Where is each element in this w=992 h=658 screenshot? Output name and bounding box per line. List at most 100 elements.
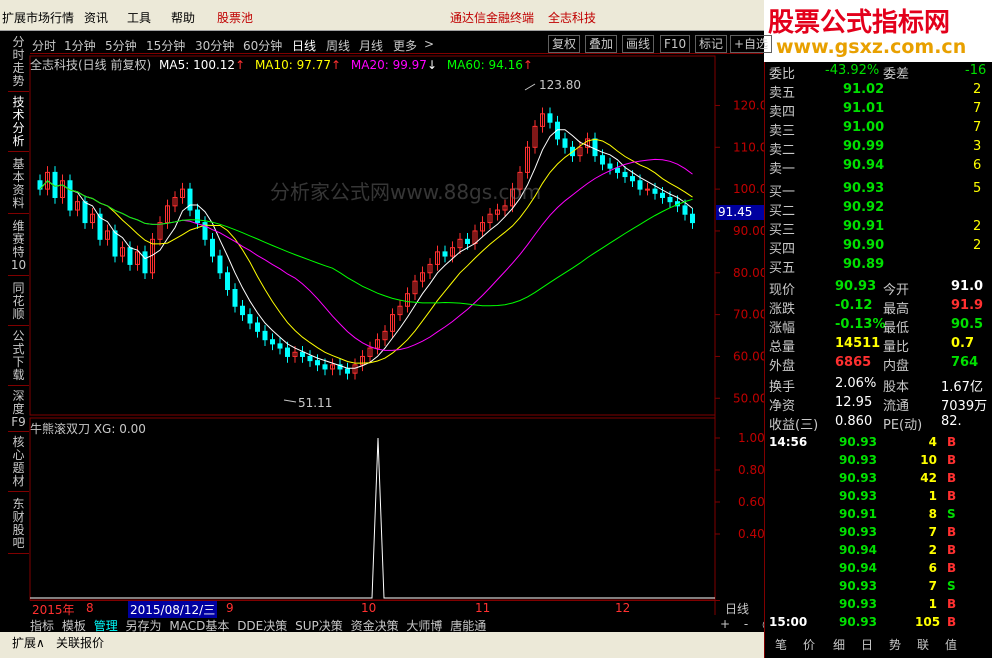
related-quote-button[interactable]: 关联报价 — [56, 634, 104, 651]
fundamental-label: 净资 — [769, 399, 796, 414]
candle-body — [592, 138, 598, 157]
tick-volume: 1 — [928, 597, 937, 611]
ask-volume: 3 — [973, 139, 982, 154]
bottom-tab-manage[interactable]: 管理 — [94, 619, 118, 633]
price-axis-label: 90.00 — [733, 224, 767, 238]
candle-body — [307, 355, 313, 362]
candle-body — [562, 138, 568, 148]
tick-time: 15:00 — [769, 615, 808, 629]
watermark-text: 分析家公式网www.88gs.com — [270, 180, 542, 204]
tab-trend[interactable]: 势 — [889, 636, 901, 653]
tab-value[interactable]: 值 — [945, 636, 957, 653]
tick-price: 90.93 — [839, 525, 877, 539]
tick-row: 90.93 1 B — [765, 488, 992, 506]
ask-label: 卖一 — [769, 162, 796, 177]
date-aug: 8 — [86, 601, 94, 615]
candle-body — [67, 180, 73, 211]
fundamental-value: 0.860 — [835, 414, 873, 429]
ask-row[interactable]: 卖一 90.94 6 — [765, 157, 992, 177]
tick-row: 90.94 2 B — [765, 542, 992, 560]
bid-row[interactable]: 买二 90.92 — [765, 199, 992, 219]
ask-row[interactable]: 卖二 90.99 3 — [765, 138, 992, 158]
ask-label: 卖二 — [769, 143, 796, 158]
fundamental-label: 换手 — [769, 380, 796, 395]
tick-side: B — [947, 471, 957, 485]
bid-price: 90.91 — [843, 219, 885, 234]
zoom-in-button[interactable]: + — [720, 617, 730, 631]
bottom-tab-sup[interactable]: SUP决策 — [295, 619, 343, 633]
candle-body — [232, 289, 238, 307]
date-sep: 9 — [226, 601, 234, 615]
tab-link[interactable]: 联 — [917, 636, 929, 653]
high-marker — [524, 83, 536, 91]
ask-row[interactable]: 卖三 91.00 7 — [765, 119, 992, 139]
fundamental-row: 净资 12.95 流通 7039万 — [765, 394, 992, 414]
tick-volume: 2 — [928, 543, 937, 557]
tab-detail[interactable]: 细 — [833, 636, 845, 653]
tick-side: B — [947, 543, 957, 557]
stat-value: -0.12 — [835, 298, 873, 313]
tab-trades[interactable]: 笔 — [775, 636, 787, 653]
tick-volume: 8 — [928, 507, 937, 521]
bid-row[interactable]: 买四 90.90 2 — [765, 237, 992, 257]
tab-daily[interactable]: 日 — [861, 636, 873, 653]
tick-row: 90.93 10 B — [765, 452, 992, 470]
stat-value: 90.5 — [951, 317, 984, 332]
bottom-tab-macd[interactable]: MACD基本 — [169, 619, 229, 633]
tab-price[interactable]: 价 — [803, 636, 815, 653]
bottom-tab-fund[interactable]: 资金决策 — [351, 619, 399, 633]
status-bar: 扩展∧ 关联报价 — [0, 632, 765, 658]
candle-body — [690, 213, 695, 224]
tick-volume: 6 — [928, 561, 937, 575]
price-axis-label: 100.0 — [733, 182, 767, 196]
ask-price: 91.00 — [843, 120, 885, 135]
ask-row[interactable]: 卖四 91.01 7 — [765, 100, 992, 120]
bid-row[interactable]: 买一 90.93 5 — [765, 180, 992, 200]
stat-label: 总量 — [769, 340, 796, 355]
ask-volume: 6 — [973, 158, 982, 173]
weibi-row: 委比 -43.92% 委差 -16 — [765, 62, 992, 82]
indicator-axis-label: 1.00 — [738, 431, 765, 445]
fundamental-label: 收益(三) — [769, 418, 819, 433]
stat-value: 91.0 — [951, 279, 984, 294]
stat-label: 涨跌 — [769, 302, 796, 317]
bottom-tab-dde[interactable]: DDE决策 — [237, 619, 287, 633]
ask-label: 卖五 — [769, 86, 796, 101]
zoom-out-button[interactable]: - — [744, 617, 748, 631]
indicator-axis-label: 0.40 — [738, 527, 765, 541]
tick-row: 90.93 1 B — [765, 596, 992, 614]
candle-body — [262, 330, 268, 341]
tick-volume: 1 — [928, 489, 937, 503]
candle-body — [217, 255, 223, 274]
bottom-tab-master[interactable]: 大师博 — [406, 619, 442, 633]
stat-value: 14511 — [835, 336, 881, 351]
bid-row[interactable]: 买三 90.91 2 — [765, 218, 992, 238]
bid-volume: 2 — [973, 238, 982, 253]
bottom-tab-saveas[interactable]: 另存为 — [126, 619, 162, 633]
tick-price: 90.93 — [839, 597, 877, 611]
tick-price: 90.93 — [839, 435, 877, 449]
tick-row: 90.94 6 B — [765, 560, 992, 578]
candle-body — [622, 171, 628, 178]
quote-tabs: 笔 价 细 日 势 联 值 — [765, 632, 992, 658]
bid-row[interactable]: 买五 90.89 — [765, 256, 992, 276]
date-year: 2015年 — [32, 603, 75, 617]
candle-body — [442, 251, 448, 257]
weibi-label: 委比 — [769, 67, 796, 82]
period-indicator[interactable]: 日线 — [725, 600, 749, 617]
tick-side: B — [947, 453, 957, 467]
ask-label: 卖三 — [769, 124, 796, 139]
price-axis-label: 70.00 — [733, 308, 767, 322]
stat-label: 外盘 — [769, 359, 796, 374]
indicator-axis-label: 0.60 — [738, 495, 765, 509]
stat-row: 涨幅 -0.13% 最低 90.5 — [765, 316, 992, 336]
bottom-tab-template[interactable]: 模板 — [62, 619, 86, 633]
expand-button[interactable]: 扩展∧ — [12, 634, 45, 651]
ask-row[interactable]: 卖五 91.02 2 — [765, 81, 992, 101]
bottom-tab-indicator[interactable]: 指标 — [30, 619, 54, 633]
candle-body — [240, 305, 245, 316]
weicha-value: -16 — [965, 63, 987, 78]
candle-body — [225, 272, 230, 291]
fundamental-value: 7039万 — [941, 399, 988, 414]
bottom-tab-tang[interactable]: 唐能通 — [450, 619, 486, 633]
